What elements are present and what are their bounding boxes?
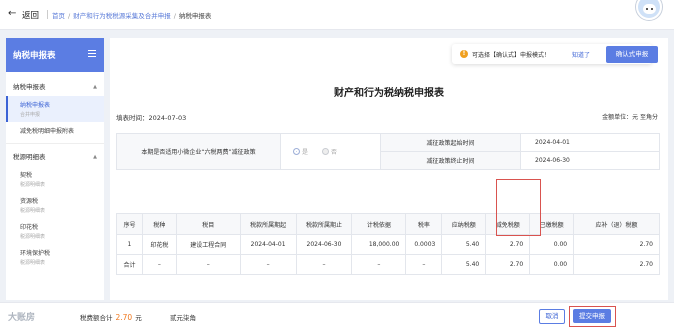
total-amount: 税费额合计 2.70 元 [80,313,142,322]
sidebar-item-tax-return[interactable]: 纳税申报表 合并申报 [6,96,104,122]
col-header: 减免税额 [485,213,531,235]
form-title: 财产和行为税纳税申报表 [334,88,444,99]
col-header: 计税依据 [351,213,407,235]
col-header: 税种 [141,213,177,235]
main-panel: ! 可选择【确认式】申报模式！ 知道了 确认式申报 财产和行为税纳税申报表 填表… [110,38,668,300]
sidebar-section-returns[interactable]: 纳税申报表 ▲ [6,78,104,96]
sidebar-header: 纳税申报表 [6,38,104,72]
col-header: 序号 [116,213,143,235]
end-date-value: 2024-06-30 [520,151,660,170]
policy-radio-group: 是 否 [280,133,381,170]
arrow-left-icon[interactable]: ← [8,9,18,19]
watermark-logo: 大账房 [8,313,36,323]
table-cell: 5.40 [441,234,487,255]
table-total-row: 合计 – – – – – – 5.40 2.70 0.00 2.70 [116,254,660,275]
table-cell: 2.70 [485,254,531,275]
table-cell: – [141,254,177,275]
table-cell: 1 [116,234,143,255]
sidebar-item-stamp-tax[interactable]: 印花税 税源明细表 [6,218,104,244]
start-date-label: 减征政策起始时间 [380,133,521,152]
table-cell: 2024-06-30 [295,234,353,255]
hint-text: 可选择【确认式】申报模式！ [472,52,551,59]
top-bar: ← 返回 首页 / 财产和行为税税源采集及合并申报 / 纳税申报表 [0,0,674,30]
submit-button[interactable]: 提交申报 [573,309,611,323]
col-header: 税率 [405,213,443,235]
col-header: 应补（退）税额 [573,213,660,235]
avatar[interactable] [636,0,662,20]
sidebar-item-reduction-schedule[interactable]: 减免税明细申报附表 [6,122,104,139]
radio-no[interactable] [321,148,329,155]
table-cell: 5.40 [441,254,487,275]
cancel-button[interactable]: 取消 [539,309,565,324]
table-cell: 0.00 [529,254,575,275]
breadcrumb-current: 纳税申报表 [178,12,212,20]
fill-date: 填表时间：2024-07-03 [116,114,187,122]
col-header: 已缴税额 [529,213,575,235]
sidebar-section-sources[interactable]: 税源明细表 ▲ [6,148,104,166]
table-cell: 0.00 [529,234,575,255]
back-button[interactable]: 返回 [22,9,39,21]
table-header-row: 序号 税种 税目 税款所属期起 税款所属期止 计税依据 税率 应纳税额 减免税额… [116,213,660,235]
table-row: 1 印花税 建设工程合同 2024-04-01 2024-06-30 18,00… [116,234,660,255]
breadcrumb: 首页 / 财产和行为税税源采集及合并申报 / 纳税申报表 [52,12,212,20]
tax-table: 序号 税种 税目 税款所属期起 税款所属期止 计税依据 税率 应纳税额 减免税额… [116,213,660,275]
table-cell: – [175,254,241,275]
footer-bar: 大账房 税费额合计 2.70 元 贰元柒角 取消 提交申报 [0,302,674,330]
col-header: 应纳税额 [441,213,487,235]
total-in-words: 贰元柒角 [170,314,196,322]
table-cell: – [295,254,353,275]
warning-icon: ! [460,50,468,58]
sidebar-item-env-tax[interactable]: 环境保护税 税源明细表 [6,244,104,270]
start-date-value: 2024-04-01 [520,133,660,152]
table-cell: 0.0003 [405,234,443,255]
policy-table: 本期是否适用小微企业“六税两费”减征政策 是 否 减征政策起始时间 2024-0… [116,133,660,170]
col-header: 税目 [175,213,241,235]
table-cell: 2024-04-01 [239,234,297,255]
breadcrumb-home[interactable]: 首页 [52,12,65,20]
chevron-up-icon: ▲ [93,154,97,160]
table-cell: 18,000.00 [351,234,407,255]
sidebar-item-deed-tax[interactable]: 契税 税源明细表 [6,166,104,192]
table-cell: 建设工程合同 [175,234,241,255]
radio-yes[interactable] [293,148,300,155]
amount-unit: 金额单位：元 至角分 [602,114,658,121]
divider [47,10,48,19]
sidebar-title: 纳税申报表 [13,51,56,61]
confirm-mode-button[interactable]: 确认式申报 [606,46,658,63]
hint-dismiss-link[interactable]: 知道了 [572,50,590,59]
table-cell: 2.70 [573,234,660,255]
sidebar-item-resource-tax[interactable]: 资源税 税源明细表 [6,192,104,218]
table-cell: 2.70 [573,254,660,275]
table-cell: – [405,254,443,275]
table-cell: – [351,254,407,275]
table-cell: 合计 [116,254,143,275]
table-cell: – [239,254,297,275]
col-header: 税款所属期止 [295,213,353,235]
reduction-amount-cell[interactable]: 2.70 [485,234,531,255]
end-date-label: 减征政策终止时间 [380,151,521,170]
policy-question: 本期是否适用小微企业“六税两费”减征政策 [116,133,281,170]
table-cell: 印花税 [141,234,177,255]
chevron-up-icon: ▲ [93,84,97,90]
breadcrumb-collection[interactable]: 财产和行为税税源采集及合并申报 [73,12,171,20]
submit-highlight: 提交申报 [569,306,616,327]
menu-icon[interactable] [88,50,96,57]
sidebar: 纳税申报表 纳税申报表 ▲ 纳税申报表 合并申报 减免税明细申报附表 税源明细表 ▲… [6,38,104,300]
col-header: 税款所属期起 [239,213,297,235]
